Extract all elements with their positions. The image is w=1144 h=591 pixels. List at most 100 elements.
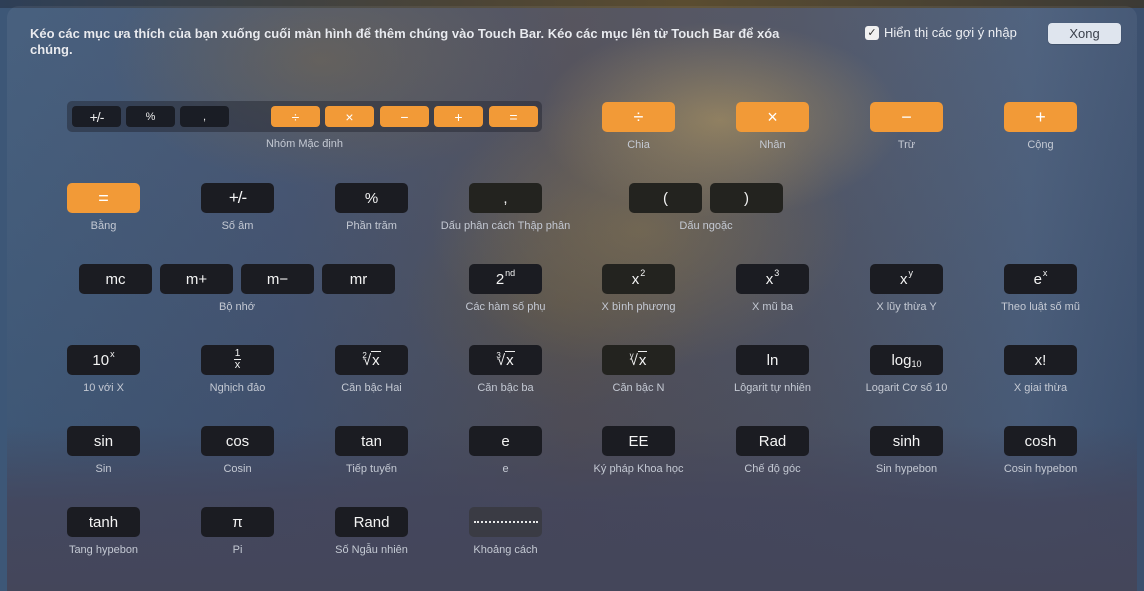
angle-mode-item[interactable]: Rad Chế độ góc bbox=[736, 426, 809, 476]
x-cubed-item[interactable]: x3 X mũ ba bbox=[736, 264, 809, 314]
memory-clear-key: mc bbox=[79, 264, 152, 294]
factorial-label: X giai thừa bbox=[1013, 382, 1068, 394]
e-constant-item[interactable]: e e bbox=[469, 426, 542, 476]
root-index: 3 bbox=[496, 350, 501, 360]
checkbox-checked-icon[interactable]: ✓ bbox=[865, 25, 879, 40]
log10-label: Logarit Cơ số 10 bbox=[865, 382, 948, 394]
factorial-key: x! bbox=[1004, 345, 1077, 375]
root-radicand: x bbox=[637, 350, 648, 369]
x-squared-item[interactable]: x2 X bình phương bbox=[602, 264, 675, 314]
x-cubed-label: X mũ ba bbox=[752, 301, 793, 313]
default-group-add-key: + bbox=[434, 106, 483, 127]
memory-add-key: m+ bbox=[160, 264, 233, 294]
e-to-x-item[interactable]: ex Theo luật số mũ bbox=[1001, 264, 1080, 314]
x-to-y-label: X lũy thừa Y bbox=[876, 301, 937, 313]
spacer-item[interactable]: Khoảng cách bbox=[469, 507, 542, 557]
multiply-item[interactable]: × Nhân bbox=[736, 102, 809, 152]
memory-recall-key: mr bbox=[322, 264, 395, 294]
scientific-notation-label: Ký pháp Khoa học bbox=[593, 463, 684, 475]
root-index: y bbox=[629, 350, 634, 360]
default-group-multiply-key: × bbox=[325, 106, 374, 127]
memory-keys: mc m+ m− mr bbox=[79, 264, 395, 294]
random-item[interactable]: Rand Số Ngẫu nhiên bbox=[335, 507, 408, 557]
x-to-y-item[interactable]: xy X lũy thừa Y bbox=[870, 264, 943, 314]
sin-item[interactable]: sin Sin bbox=[67, 426, 140, 476]
cosh-key: cosh bbox=[1004, 426, 1077, 456]
parentheses-label: Dấu ngoặc bbox=[679, 220, 733, 232]
subtract-key: − bbox=[870, 102, 943, 132]
x-to-y-sup: y bbox=[908, 268, 914, 278]
negate-glyph: +/- bbox=[228, 188, 247, 207]
equals-key: = bbox=[67, 183, 140, 213]
x-squared-key: x2 bbox=[602, 264, 675, 294]
root-radicand: x bbox=[371, 350, 381, 369]
nth-root-item[interactable]: y√x Căn bậc N bbox=[602, 345, 675, 395]
natural-log-item[interactable]: ln Lôgarit tự nhiên bbox=[733, 345, 812, 395]
e-constant-label: e bbox=[502, 463, 509, 475]
tan-label: Tiếp tuyến bbox=[346, 463, 397, 475]
percent-key: % bbox=[335, 183, 408, 213]
tanh-key: tanh bbox=[67, 507, 140, 537]
memory-item[interactable]: mc m+ m− mr Bộ nhớ bbox=[79, 264, 395, 314]
spacer-label: Khoảng cách bbox=[473, 544, 538, 556]
random-key: Rand bbox=[335, 507, 408, 537]
ten-to-x-item[interactable]: 10 x 10 với X bbox=[67, 345, 140, 395]
x-to-y-base: x bbox=[900, 270, 908, 288]
second-functions-item[interactable]: 2nd Các hàm số phụ bbox=[465, 264, 546, 314]
default-group-negate-key: +/- bbox=[72, 106, 121, 127]
ten-to-x-base: 10 bbox=[92, 351, 110, 369]
add-key: + bbox=[1004, 102, 1077, 132]
decimal-item[interactable]: , Dấu phân cách Thập phân bbox=[441, 183, 570, 233]
negate-item[interactable]: +/- Số âm bbox=[201, 183, 274, 233]
pi-key: π bbox=[201, 507, 274, 537]
ten-to-x-label: 10 với X bbox=[83, 382, 124, 394]
pi-item[interactable]: π Pi bbox=[201, 507, 274, 557]
cos-label: Cosin bbox=[223, 463, 252, 475]
cube-root-label: Căn bậc ba bbox=[477, 382, 534, 394]
x-cubed-base: x bbox=[765, 270, 774, 288]
tanh-item[interactable]: tanh Tang hypebon bbox=[67, 507, 140, 557]
typing-suggestions-toggle[interactable]: ✓ Hiển thị các gợi ý nhập bbox=[865, 25, 1017, 40]
pi-label: Pi bbox=[232, 544, 243, 556]
default-group-decimal-key: , bbox=[180, 106, 229, 127]
cube-root-item[interactable]: 3√x Căn bậc ba bbox=[469, 345, 542, 395]
subtract-item[interactable]: − Trừ bbox=[870, 102, 943, 152]
default-group-divide-key: ÷ bbox=[271, 106, 320, 127]
cosh-item[interactable]: cosh Cosin hypebon bbox=[1004, 426, 1077, 476]
tan-item[interactable]: tan Tiếp tuyến bbox=[335, 426, 408, 476]
natural-log-label: Lôgarit tự nhiên bbox=[733, 382, 812, 394]
negate-label: Số âm bbox=[221, 220, 254, 232]
log10-item[interactable]: log 10 Logarit Cơ số 10 bbox=[866, 345, 947, 395]
tanh-label: Tang hypebon bbox=[68, 544, 139, 556]
instructions-text: Kéo các mục ưa thích của bạn xuống cuối … bbox=[30, 26, 780, 57]
decimal-key: , bbox=[469, 183, 542, 213]
open-paren-key: ( bbox=[629, 183, 702, 213]
fraction-denominator: x bbox=[234, 359, 241, 371]
cosh-label: Cosin hypebon bbox=[1003, 463, 1078, 475]
x-squared-sup: 2 bbox=[640, 268, 646, 278]
scientific-notation-key: EE bbox=[602, 426, 675, 456]
root-radicand: x bbox=[505, 350, 515, 369]
reciprocal-item[interactable]: 1x Nghịch đảo bbox=[201, 345, 274, 395]
scientific-notation-item[interactable]: EE Ký pháp Khoa học bbox=[594, 426, 683, 476]
factorial-item[interactable]: x! X giai thừa bbox=[1004, 345, 1077, 395]
sinh-item[interactable]: sinh Sin hypebon bbox=[870, 426, 943, 476]
default-group-label: Nhóm Mặc định bbox=[265, 138, 344, 150]
cos-item[interactable]: cos Cosin bbox=[201, 426, 274, 476]
x-to-y-key: xy bbox=[870, 264, 943, 294]
square-root-item[interactable]: 2√x Căn bậc Hai bbox=[335, 345, 408, 395]
typing-suggestions-label: Hiển thị các gợi ý nhập bbox=[884, 25, 1017, 40]
equals-item[interactable]: = Bằng bbox=[67, 183, 140, 233]
divide-item[interactable]: ÷ Chia bbox=[602, 102, 675, 152]
e-to-x-sup: x bbox=[1042, 268, 1048, 278]
sin-key: sin bbox=[67, 426, 140, 456]
done-button[interactable]: Xong bbox=[1048, 23, 1121, 44]
ten-to-x-key: 10 x bbox=[67, 345, 140, 375]
percent-item[interactable]: % Phần trăm bbox=[335, 183, 408, 233]
default-group-subtract-key: − bbox=[380, 106, 429, 127]
add-item[interactable]: + Cộng bbox=[1004, 102, 1077, 152]
nth-root-glyph: y√x bbox=[629, 350, 648, 369]
sin-label: Sin bbox=[95, 463, 112, 475]
parentheses-item[interactable]: ( ) Dấu ngoặc bbox=[629, 183, 783, 233]
nth-root-key: y√x bbox=[602, 345, 675, 375]
